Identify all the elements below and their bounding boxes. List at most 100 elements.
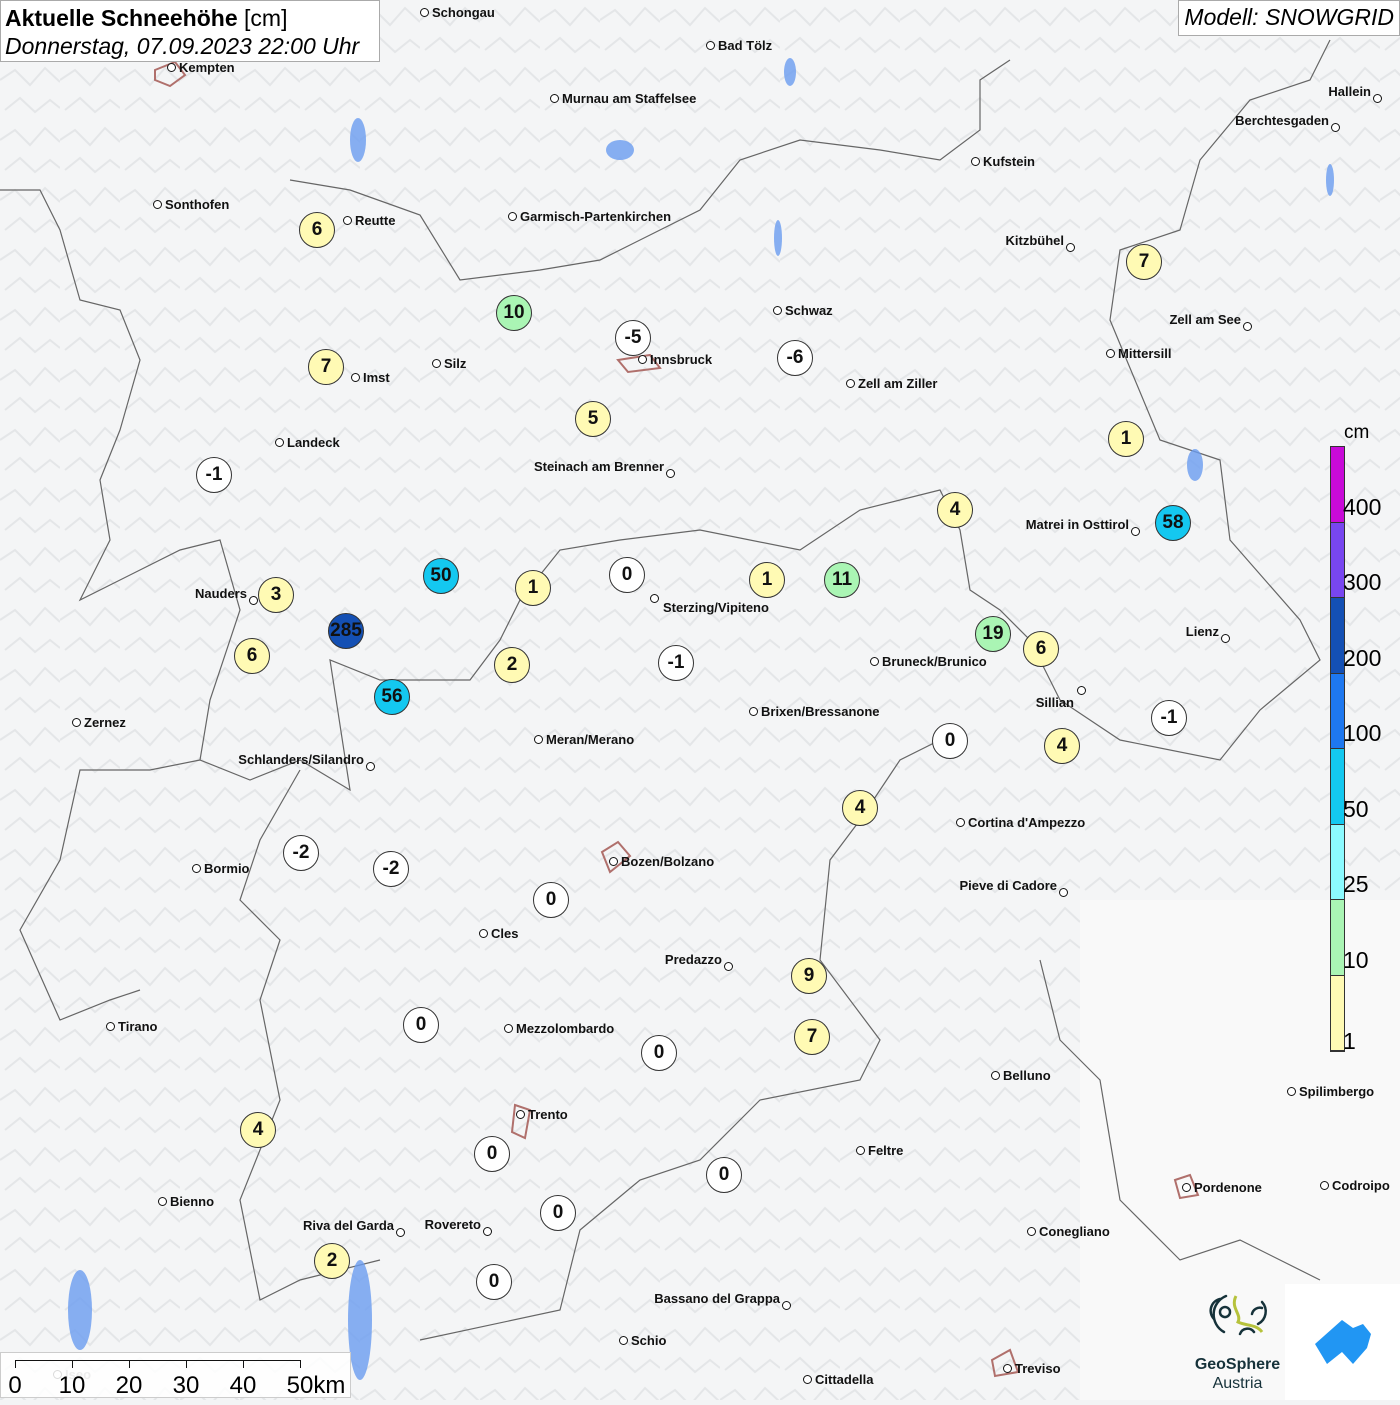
snow-depth-station[interactable]: 58 xyxy=(1155,505,1191,541)
city-marker-icon xyxy=(666,469,675,478)
snow-depth-station[interactable]: 56 xyxy=(374,679,410,715)
org-name-line2: Austria xyxy=(1212,1375,1263,1392)
model-label: Modell: SNOWGRID xyxy=(1178,0,1400,36)
snow-depth-station[interactable]: -2 xyxy=(283,835,319,871)
city-name: Brixen/Bressanone xyxy=(761,704,880,719)
snow-depth-station[interactable]: 285 xyxy=(328,613,364,649)
city-name: Schwaz xyxy=(785,303,833,318)
snow-depth-station[interactable]: 0 xyxy=(932,723,968,759)
city-name: Innsbruck xyxy=(650,352,713,367)
city-name: Feltre xyxy=(868,1143,904,1158)
snow-depth-station[interactable]: 4 xyxy=(842,790,878,826)
city-marker-icon xyxy=(1287,1087,1296,1096)
snow-depth-station[interactable]: 6 xyxy=(1023,631,1059,667)
city-name: Garmisch-Partenkirchen xyxy=(520,209,672,224)
snow-depth-station[interactable]: 0 xyxy=(706,1157,742,1193)
city-marker-icon xyxy=(1243,322,1252,331)
snow-depth-station[interactable]: -2 xyxy=(373,851,409,887)
city-name: Kufstein xyxy=(983,154,1035,169)
snow-depth-station[interactable]: 1 xyxy=(749,562,785,598)
snow-depth-station[interactable]: 9 xyxy=(791,958,827,994)
city-marker-icon xyxy=(1027,1227,1036,1236)
snow-depth-station[interactable]: -1 xyxy=(658,645,694,681)
snow-depth-station[interactable]: 7 xyxy=(308,349,344,385)
snow-depth-station[interactable]: 0 xyxy=(540,1195,576,1231)
snow-depth-station[interactable]: 0 xyxy=(641,1035,677,1071)
city-name: Mezzolombardo xyxy=(516,1021,615,1036)
city-marker-icon xyxy=(396,1228,405,1237)
city-marker-icon xyxy=(638,355,647,364)
snow-depth-station[interactable]: 7 xyxy=(1126,244,1162,280)
city-marker-icon xyxy=(158,1197,167,1206)
city-name: Tirano xyxy=(118,1019,158,1034)
snow-depth-station[interactable]: 6 xyxy=(234,638,270,674)
snow-depth-station[interactable]: -6 xyxy=(777,340,813,376)
snow-depth-station[interactable]: 0 xyxy=(609,557,645,593)
city-name: Zell am Ziller xyxy=(858,376,938,391)
snow-depth-station[interactable]: 7 xyxy=(794,1019,830,1055)
city-name: Sterzing/Vipiteno xyxy=(663,600,769,615)
snow-depth-station[interactable]: 4 xyxy=(240,1112,276,1148)
city-name: Trento xyxy=(528,1107,568,1122)
snow-depth-station[interactable]: -1 xyxy=(1151,700,1187,736)
city-marker-icon xyxy=(1003,1364,1012,1373)
snow-depth-station[interactable]: -5 xyxy=(615,320,651,356)
snow-depth-station[interactable]: 0 xyxy=(474,1136,510,1172)
city-name: Bozen/Bolzano xyxy=(621,854,715,869)
city-name: Kempten xyxy=(179,60,235,75)
scale-label: 10 xyxy=(58,1372,86,1399)
city-name: Pieve di Cadore xyxy=(959,878,1057,893)
city-name: Belluno xyxy=(1003,1068,1051,1083)
app-logo xyxy=(1285,1284,1400,1400)
snow-depth-station[interactable]: 4 xyxy=(937,492,973,528)
snow-depth-station[interactable]: 1 xyxy=(515,570,551,606)
city-marker-icon xyxy=(420,8,429,17)
city-marker-icon xyxy=(351,373,360,382)
snow-depth-station[interactable]: 3 xyxy=(258,577,294,613)
snow-depth-station[interactable]: 11 xyxy=(824,562,860,598)
city-marker-icon xyxy=(650,594,659,603)
city-name: Sonthofen xyxy=(165,197,230,212)
city-name: Riva del Garda xyxy=(302,1218,394,1233)
snow-depth-station[interactable]: 10 xyxy=(496,295,532,331)
city-marker-icon xyxy=(1066,243,1075,252)
snow-depth-station[interactable]: 2 xyxy=(314,1243,350,1279)
snow-depth-station[interactable]: 1 xyxy=(1108,421,1144,457)
scale-tick xyxy=(72,1360,73,1368)
snow-depth-station[interactable]: 6 xyxy=(299,212,335,248)
snow-app-icon xyxy=(1315,1320,1371,1364)
city-name: Pordenone xyxy=(1194,1180,1262,1195)
city-name: Bienno xyxy=(170,1194,215,1209)
scale-bar: 0 10 20 30 40 50km xyxy=(0,1352,351,1399)
city-marker-icon xyxy=(275,438,284,447)
city-marker-icon xyxy=(749,707,758,716)
city-marker-icon xyxy=(1106,349,1115,358)
snow-depth-station[interactable]: 0 xyxy=(533,882,569,918)
logos: GeoSphere Austria xyxy=(1190,1284,1400,1400)
scale-label: 30 xyxy=(172,1372,200,1399)
geosphere-logo: GeoSphere Austria xyxy=(1190,1284,1285,1400)
city-name: Zernez xyxy=(84,715,126,730)
color-legend: cm 400 300 200 100 50 25 10 1 xyxy=(1330,420,1400,1060)
scale-tick xyxy=(243,1360,244,1368)
city-name: Codroipo xyxy=(1332,1178,1390,1193)
snow-depth-station[interactable]: 50 xyxy=(423,558,459,594)
city-name: Bassano del Grappa xyxy=(654,1291,780,1306)
city-name: Mittersill xyxy=(1118,346,1172,361)
snow-depth-station[interactable]: 5 xyxy=(575,401,611,437)
geosphere-emblem-icon xyxy=(1209,1294,1267,1336)
snow-depth-station[interactable]: -1 xyxy=(196,457,232,493)
snow-depth-station[interactable]: 0 xyxy=(403,1007,439,1043)
city-marker-icon xyxy=(167,63,176,72)
org-name-line1: GeoSphere xyxy=(1194,1356,1281,1373)
city-marker-icon xyxy=(1373,94,1382,103)
scale-label: 20 xyxy=(115,1372,143,1399)
city-marker-icon xyxy=(516,1110,525,1119)
snow-depth-station[interactable]: 0 xyxy=(476,1264,512,1300)
snow-depth-station[interactable]: 19 xyxy=(975,616,1011,652)
legend-label: 400 xyxy=(1343,493,1382,520)
legend-label: 300 xyxy=(1343,569,1382,595)
legend-label: 100 xyxy=(1343,720,1382,746)
snow-depth-station[interactable]: 4 xyxy=(1044,728,1080,764)
snow-depth-station[interactable]: 2 xyxy=(494,647,530,683)
